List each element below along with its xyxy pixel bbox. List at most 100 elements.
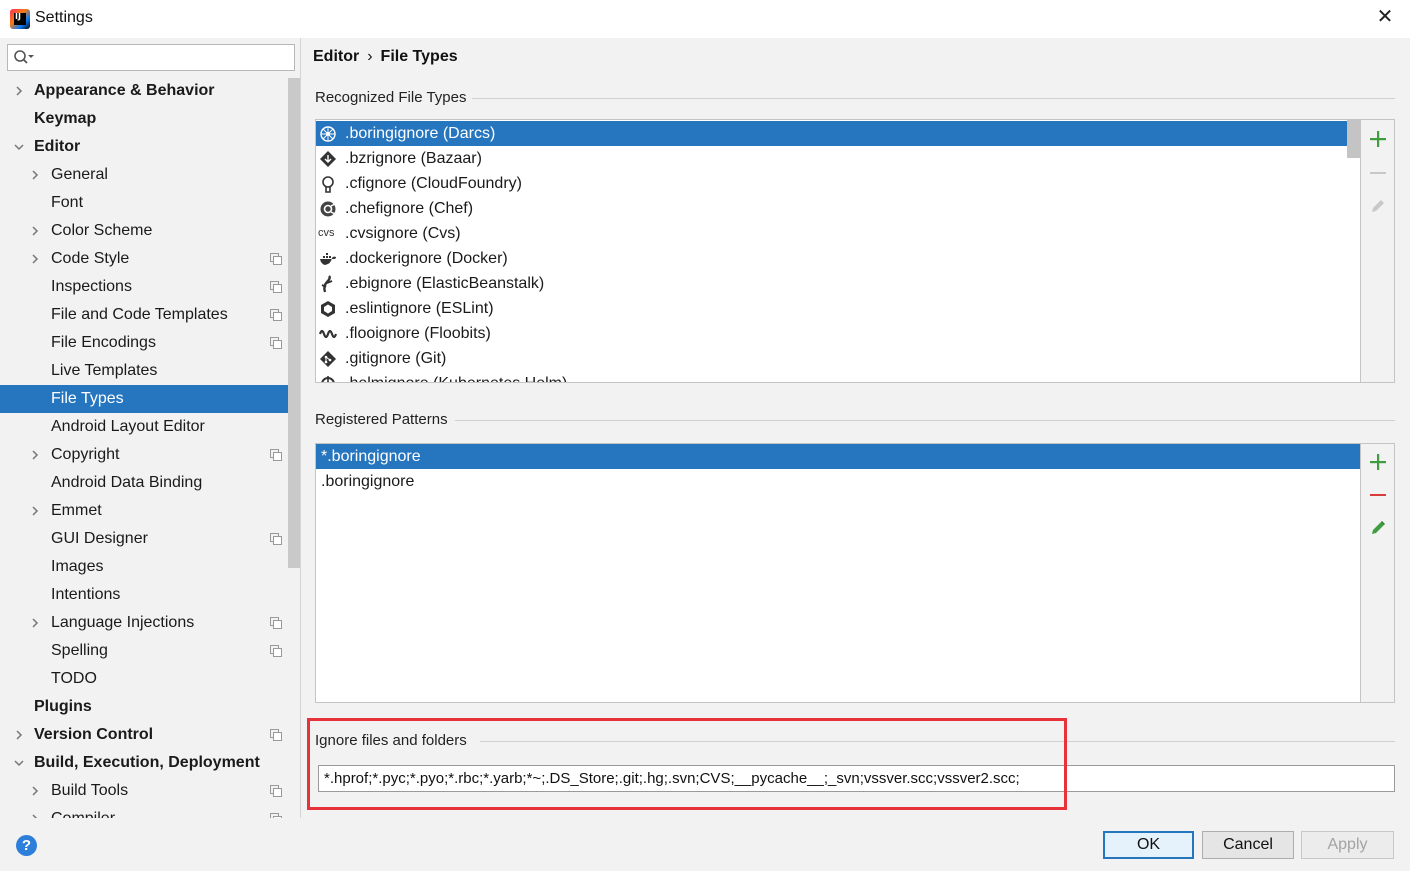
- file-type-row[interactable]: cvs .cvsignore (Cvs): [316, 221, 1360, 246]
- cloudfoundry-icon: [322, 176, 334, 193]
- sidebar-item-label: Language Injections: [51, 614, 195, 631]
- settings-tree: Appearance & Behavior Keymap Editor General…: [0, 77, 300, 818]
- project-scope-icon: [270, 449, 282, 461]
- remove-file-type-button[interactable]: [1368, 163, 1388, 183]
- sidebar-item[interactable]: Copyright: [0, 441, 300, 469]
- sidebar-item[interactable]: Code Style: [0, 245, 300, 273]
- chevron-right-icon[interactable]: [30, 450, 40, 460]
- sidebar-item[interactable]: Compiler: [0, 805, 300, 818]
- help-button[interactable]: ?: [16, 835, 37, 856]
- sidebar-item[interactable]: Android Layout Editor: [0, 413, 300, 441]
- bazaar-icon: [320, 151, 336, 167]
- sidebar-scrollbar[interactable]: [288, 78, 300, 568]
- file-type-name: .helmignore (Kubernetes Helm): [345, 371, 567, 382]
- recognized-file-types-list[interactable]: .boringignore (Darcs) .bzrignore (Bazaar)…: [315, 119, 1361, 383]
- file-type-row[interactable]: .gitignore (Git): [316, 346, 1360, 371]
- window-title: Settings: [35, 9, 93, 26]
- close-icon[interactable]: ✕: [1374, 6, 1396, 28]
- settings-search-input[interactable]: [7, 44, 295, 71]
- docker-icon: [320, 253, 336, 265]
- sidebar-item[interactable]: Version Control: [0, 721, 300, 749]
- sidebar-item-label: Appearance & Behavior: [34, 82, 215, 99]
- project-scope-icon: [270, 337, 282, 349]
- add-pattern-button[interactable]: [1368, 452, 1388, 472]
- elasticbeanstalk-icon: [321, 275, 333, 293]
- sidebar-item-label: Emmet: [51, 502, 102, 519]
- sidebar-item[interactable]: Editor: [0, 133, 300, 161]
- registered-patterns-list[interactable]: *.boringignore .boringignore: [315, 443, 1361, 703]
- file-type-row[interactable]: .boringignore (Darcs): [316, 121, 1360, 146]
- chevron-down-icon[interactable]: [14, 758, 24, 768]
- remove-pattern-button[interactable]: [1368, 485, 1388, 505]
- file-type-row[interactable]: .flooignore (Floobits): [316, 321, 1360, 346]
- sidebar-item[interactable]: File and Code Templates: [0, 301, 300, 329]
- chevron-right-icon[interactable]: [14, 730, 24, 740]
- chevron-right-icon[interactable]: [30, 226, 40, 236]
- sidebar-item[interactable]: TODO: [0, 665, 300, 693]
- edit-pattern-button[interactable]: [1368, 518, 1388, 538]
- pattern-row[interactable]: *.boringignore: [316, 444, 1360, 469]
- sidebar-item[interactable]: File Encodings: [0, 329, 300, 357]
- intellij-logo-icon: IJ: [10, 9, 30, 29]
- sidebar-item[interactable]: Plugins: [0, 693, 300, 721]
- chevron-right-icon[interactable]: [30, 618, 40, 628]
- chevron-right-icon[interactable]: [30, 170, 40, 180]
- file-type-name: .gitignore (Git): [345, 350, 447, 367]
- sidebar-item[interactable]: File Types: [0, 385, 300, 413]
- sidebar-item[interactable]: Build, Execution, Deployment: [0, 749, 300, 777]
- sidebar-item-label: Android Layout Editor: [51, 418, 205, 435]
- apply-button[interactable]: Apply: [1301, 831, 1394, 859]
- recognized-file-types-title: Recognized File Types: [315, 89, 467, 106]
- sidebar-item-label: Spelling: [51, 642, 108, 659]
- project-scope-icon: [270, 729, 282, 741]
- file-type-name: .chefignore (Chef): [345, 200, 474, 217]
- edit-file-type-button[interactable]: [1368, 196, 1388, 216]
- sidebar-item[interactable]: Language Injections: [0, 609, 300, 637]
- sidebar-item-label: GUI Designer: [51, 530, 148, 547]
- sidebar-item-label: File Encodings: [51, 334, 156, 351]
- cvs-icon: cvs: [318, 227, 335, 239]
- file-type-row[interactable]: .ebignore (ElasticBeanstalk): [316, 271, 1360, 296]
- sidebar-item[interactable]: Intentions: [0, 581, 300, 609]
- chevron-right-icon[interactable]: [30, 254, 40, 264]
- chevron-right-icon[interactable]: [14, 86, 24, 96]
- sidebar-item[interactable]: Android Data Binding: [0, 469, 300, 497]
- sidebar-item[interactable]: Font: [0, 189, 300, 217]
- sidebar-item[interactable]: Emmet: [0, 497, 300, 525]
- list-scrollbar[interactable]: [1347, 120, 1360, 158]
- sidebar-item-label: Color Scheme: [51, 222, 153, 239]
- file-type-row[interactable]: .cfignore (CloudFoundry): [316, 171, 1360, 196]
- chevron-right-icon[interactable]: [30, 506, 40, 516]
- ignore-files-title: Ignore files and folders: [315, 732, 467, 749]
- registered-patterns-title: Registered Patterns: [315, 411, 448, 428]
- sidebar-item[interactable]: Inspections: [0, 273, 300, 301]
- cancel-button[interactable]: Cancel: [1202, 831, 1294, 859]
- file-type-row[interactable]: .dockerignore (Docker): [316, 246, 1360, 271]
- sidebar-item-label: Font: [51, 194, 84, 211]
- add-file-type-button[interactable]: [1368, 129, 1388, 149]
- sidebar-item[interactable]: General: [0, 161, 300, 189]
- sidebar-item[interactable]: GUI Designer: [0, 525, 300, 553]
- breadcrumb-parent[interactable]: Editor: [313, 48, 359, 65]
- file-type-row[interactable]: .eslintignore (ESLint): [316, 296, 1360, 321]
- project-scope-icon: [270, 533, 282, 545]
- sidebar-item[interactable]: Live Templates: [0, 357, 300, 385]
- chevron-right-icon[interactable]: [30, 786, 40, 796]
- sidebar-item[interactable]: Build Tools: [0, 777, 300, 805]
- file-type-name: .ebignore (ElasticBeanstalk): [345, 275, 545, 292]
- file-type-row[interactable]: .helmignore (Kubernetes Helm): [316, 371, 1360, 382]
- sidebar-item[interactable]: Color Scheme: [0, 217, 300, 245]
- search-icon: [14, 50, 34, 64]
- file-type-row[interactable]: .chefignore (Chef): [316, 196, 1360, 221]
- sidebar-item[interactable]: Keymap: [0, 105, 300, 133]
- pattern-row[interactable]: .boringignore: [316, 469, 1360, 494]
- sidebar-item-label: Build, Execution, Deployment: [34, 754, 260, 771]
- sidebar-item[interactable]: Images: [0, 553, 300, 581]
- sidebar-item[interactable]: Spelling: [0, 637, 300, 665]
- sidebar-item[interactable]: Appearance & Behavior: [0, 77, 300, 105]
- sidebar-item-label: Keymap: [34, 110, 97, 127]
- ok-button[interactable]: OK: [1103, 831, 1194, 859]
- chevron-down-icon[interactable]: [14, 142, 24, 152]
- ignore-files-input[interactable]: *.hprof;*.pyc;*.pyo;*.rbc;*.yarb;*~;.DS_…: [318, 765, 1395, 792]
- file-type-row[interactable]: .bzrignore (Bazaar): [316, 146, 1360, 171]
